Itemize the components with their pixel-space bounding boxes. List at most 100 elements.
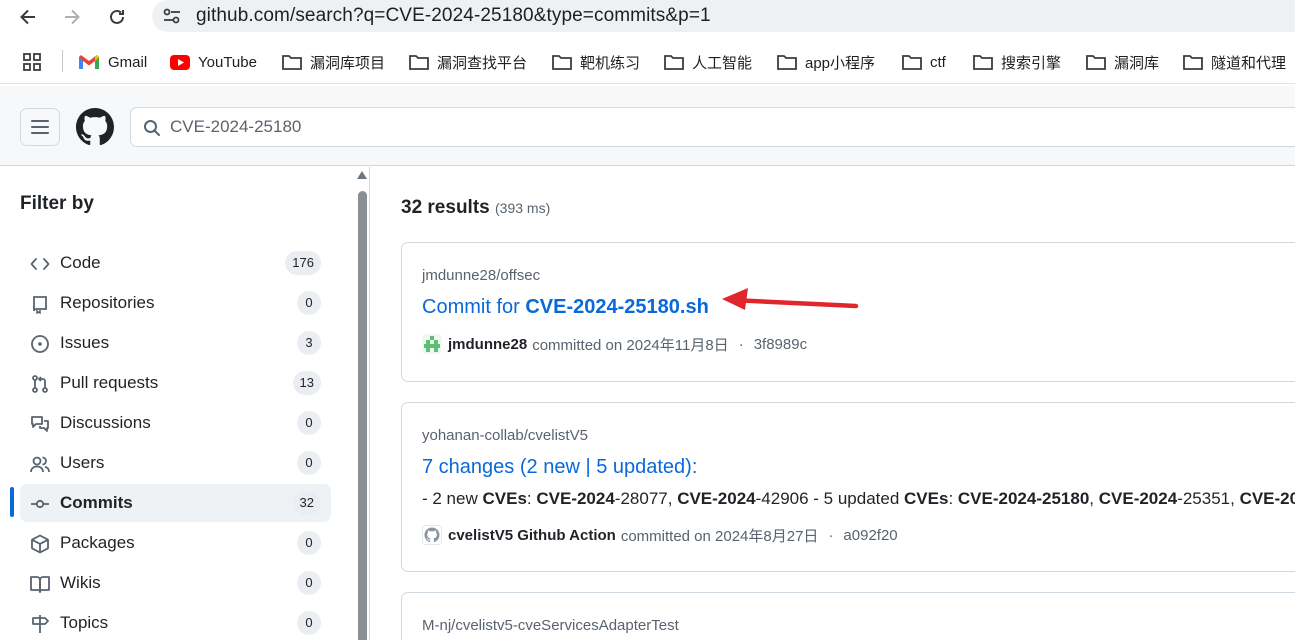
desc-highlight: CVE-2024 xyxy=(536,489,615,508)
desc-highlight: CVE-2024-25180 xyxy=(957,489,1090,508)
title-text: .sh xyxy=(679,296,709,318)
hamburger-icon xyxy=(31,120,49,134)
avatar[interactable] xyxy=(422,525,442,545)
url-text[interactable]: github.com/search?q=CVE-2024-25180&type=… xyxy=(196,5,711,27)
bookmark-label: 搜索引擎 xyxy=(1001,54,1062,72)
bookmark-label: 漏洞库 xyxy=(1114,54,1160,72)
desc-text: -28077, xyxy=(614,489,678,508)
commit-sha-link[interactable]: a092f20 xyxy=(843,527,897,544)
folder-icon xyxy=(1183,55,1203,70)
filter-item-topics[interactable]: Topics 0 xyxy=(20,604,331,640)
sidebar-scrollbar[interactable] xyxy=(354,167,370,640)
bookmark-folder[interactable]: app小程序 xyxy=(777,51,875,73)
commit-title-link[interactable]: 7 changes (2 new | 5 updated): xyxy=(422,456,697,479)
commit-result-card: yohanan-collab/cvelistV5 7 changes (2 ne… xyxy=(401,402,1295,572)
avatar[interactable] xyxy=(422,334,442,354)
apps-grid-button[interactable] xyxy=(22,51,50,73)
repo-icon xyxy=(33,296,47,314)
annotation-arrow-icon xyxy=(722,288,859,310)
bookmark-folder[interactable]: 隧道和代理 xyxy=(1183,51,1286,73)
filter-item-pull-requests[interactable]: Pull requests 13 xyxy=(20,364,331,402)
commit-title-link[interactable]: Commit for CVE-2024-25180.sh xyxy=(422,296,709,319)
scrollbar-thumb[interactable] xyxy=(358,191,367,640)
forward-button[interactable] xyxy=(58,4,86,30)
desc-highlight: CVEs xyxy=(904,489,949,508)
bookmark-folder[interactable]: 靶机练习 xyxy=(552,51,640,73)
title-text: Commit for xyxy=(422,296,526,318)
meta-separator: · xyxy=(738,335,744,353)
bookmark-folder[interactable]: 漏洞库 xyxy=(1086,51,1159,73)
filter-label: Code xyxy=(60,253,101,272)
bookmarks-bar: Gmail YouTube 漏洞库项目 漏洞查找平台 靶机练习 人工智能 app… xyxy=(0,40,1295,84)
repo-link[interactable]: yohanan-collab/cvelistV5 xyxy=(422,427,588,444)
filter-item-issues[interactable]: Issues 3 xyxy=(20,324,331,362)
title-highlight: CVE-2024-25180 xyxy=(525,296,680,318)
bookmark-youtube[interactable]: YouTube xyxy=(170,51,257,73)
folder-icon xyxy=(973,55,993,70)
bookmark-label: YouTube xyxy=(198,53,257,71)
filter-item-wikis[interactable]: Wikis 0 xyxy=(20,564,331,602)
folder-icon xyxy=(409,55,429,70)
filter-title: Filter by xyxy=(20,193,94,214)
filter-label: Wikis xyxy=(60,573,101,592)
scroll-up-arrow-icon[interactable] xyxy=(357,171,367,179)
filter-label: Users xyxy=(60,453,105,472)
youtube-icon xyxy=(170,54,190,70)
apps-grid-icon xyxy=(23,53,41,71)
bookmark-folder[interactable]: 漏洞库项目 xyxy=(282,51,385,73)
folder-icon xyxy=(552,55,572,70)
bookmark-folder[interactable]: ctf xyxy=(902,51,946,73)
bookmark-label: 漏洞库项目 xyxy=(310,54,386,72)
bookmark-folder[interactable]: 人工智能 xyxy=(664,51,752,73)
filter-label: Packages xyxy=(60,533,135,552)
filter-count: 0 xyxy=(297,531,321,555)
commit-date: committed on 2024年8月27日 xyxy=(620,527,819,545)
filter-count: 13 xyxy=(292,371,321,395)
desc-text: , xyxy=(1089,489,1099,508)
forward-arrow-icon xyxy=(65,9,80,25)
commit-author-link[interactable]: cvelistV5 Github Action xyxy=(448,527,616,544)
active-filter-indicator xyxy=(10,487,14,517)
folder-icon xyxy=(1086,55,1106,70)
back-arrow-icon xyxy=(20,9,35,25)
commit-meta: cvelistV5 Github Action committed on 202… xyxy=(422,525,898,545)
filter-item-repositories[interactable]: Repositories 0 xyxy=(20,284,331,322)
desc-highlight: CVE-2024 xyxy=(677,489,756,508)
desc-text: -42906 - 5 updated xyxy=(755,489,905,508)
desc-text: : xyxy=(948,489,958,508)
bookmark-folder[interactable]: 漏洞查找平台 xyxy=(409,51,527,73)
commit-author-link[interactable]: jmdunne28 xyxy=(448,336,527,353)
url-bar[interactable]: github.com/search?q=CVE-2024-25180&type=… xyxy=(152,0,1295,32)
filter-label: Commits xyxy=(60,493,133,512)
filter-count: 0 xyxy=(297,291,321,315)
filter-item-commits[interactable]: Commits 32 xyxy=(20,484,331,522)
bookmark-label: ctf xyxy=(930,53,946,71)
filter-count: 0 xyxy=(297,451,321,475)
reload-button[interactable] xyxy=(103,4,131,30)
open-menu-button[interactable] xyxy=(20,108,60,146)
folder-icon xyxy=(777,55,797,70)
filter-item-users[interactable]: Users 0 xyxy=(20,444,331,482)
desc-highlight: CVEs xyxy=(482,489,527,508)
commit-description: - 2 new CVEs: CVE-2024-28077, CVE-2024-4… xyxy=(422,489,1295,509)
filter-item-code[interactable]: Code 176 xyxy=(20,244,331,282)
bookmark-label: 人工智能 xyxy=(692,54,753,72)
issue-icon xyxy=(31,335,49,353)
gmail-icon xyxy=(79,55,99,69)
commit-sha-link[interactable]: 3f8989c xyxy=(754,336,807,353)
bookmark-label: 隧道和代理 xyxy=(1211,54,1287,72)
back-button[interactable] xyxy=(14,4,42,30)
people-icon xyxy=(30,456,50,473)
repo-link[interactable]: M-nj/cvelistv5-cveServicesAdapterTest xyxy=(422,617,679,634)
github-logo-icon[interactable] xyxy=(76,108,114,146)
desc-highlight: CVE-202 xyxy=(1239,489,1295,508)
site-settings-icon[interactable] xyxy=(162,7,182,25)
repo-link[interactable]: jmdunne28/offsec xyxy=(422,267,540,284)
filter-item-discussions[interactable]: Discussions 0 xyxy=(20,404,331,442)
bookmark-gmail[interactable]: Gmail xyxy=(78,51,147,73)
desc-text: - 2 new xyxy=(422,489,483,508)
filter-item-packages[interactable]: Packages 0 xyxy=(20,524,331,562)
search-query-text[interactable]: CVE-2024-25180 xyxy=(170,117,301,137)
search-input[interactable]: CVE-2024-25180 xyxy=(130,107,1295,147)
bookmark-folder[interactable]: 搜索引擎 xyxy=(973,51,1061,73)
